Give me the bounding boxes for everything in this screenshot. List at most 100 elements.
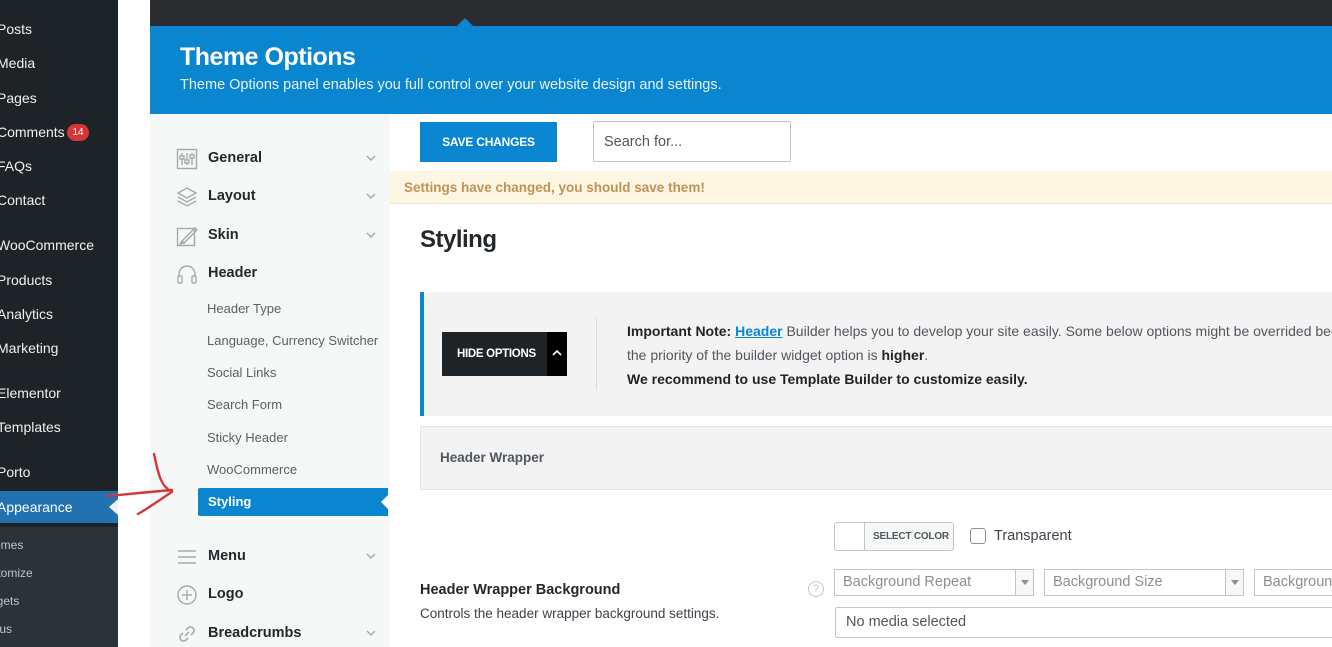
select-placeholder: Background Size — [1053, 574, 1163, 590]
nav-sub-header-type[interactable]: Header Type — [207, 301, 281, 316]
headphones-icon — [176, 263, 198, 285]
select-placeholder: Background Repeat — [843, 574, 972, 590]
wp-menu-label: Marketing — [0, 340, 59, 356]
transparent-label: Transparent — [994, 528, 1072, 544]
wp-admin-sidebar: Posts Media Pages Comments 14 FAQs Contac… — [0, 0, 118, 647]
note-line2: the priority of the builder widget optio… — [627, 347, 882, 363]
wp-menu-faqs[interactable]: FAQs — [0, 150, 118, 182]
wp-menu-label: Templates — [0, 419, 61, 435]
note-divider — [596, 318, 597, 390]
wp-menu-label: FAQs — [0, 158, 33, 174]
nav-sub-woocommerce[interactable]: WooCommerce — [207, 462, 297, 477]
plus-circle-icon — [176, 584, 198, 606]
wp-submenu-widgets[interactable]: Widgets — [0, 588, 118, 614]
annotation-arrow — [106, 452, 174, 516]
wp-submenu-menus[interactable]: Menus — [0, 616, 118, 642]
help-icon[interactable]: ? — [808, 581, 824, 597]
nav-sub-styling[interactable]: Styling — [198, 488, 389, 516]
layers-icon — [176, 186, 198, 208]
top-bar-caret — [457, 18, 473, 26]
wp-menu-label: Media — [0, 55, 36, 71]
nav-section-menu[interactable]: Menu — [150, 542, 390, 572]
background-repeat-select[interactable]: Background Repeat — [834, 569, 1034, 596]
wp-menu-label: Elementor — [0, 385, 61, 401]
top-bar — [150, 0, 1332, 26]
wp-submenu-label: Widgets — [0, 594, 20, 608]
wp-menu-marketing[interactable]: Marketing — [0, 332, 118, 364]
wp-menu-label: Contact — [0, 192, 46, 208]
wp-menu-label: WooCommerce — [0, 237, 94, 253]
wp-menu-templates[interactable]: Templates — [0, 411, 118, 443]
header-builder-link[interactable]: Header — [735, 323, 782, 339]
nav-sub-social-links[interactable]: Social Links — [207, 365, 276, 380]
header-wrapper-panel[interactable]: Header Wrapper — [420, 426, 1332, 490]
nav-section-skin[interactable]: Skin — [150, 221, 390, 251]
sidebar-gap — [118, 0, 150, 647]
save-changes-button[interactable]: SAVE CHANGES — [420, 122, 557, 162]
nav-section-logo[interactable]: Logo — [150, 580, 390, 610]
wp-menu-label: Products — [0, 272, 53, 288]
search-input[interactable] — [593, 121, 791, 162]
nav-section-layout[interactable]: Layout — [150, 182, 390, 212]
wp-menu-label: Posts — [0, 21, 33, 37]
background-attachment-select[interactable]: Background Attachment — [1254, 569, 1332, 596]
paint-icon — [176, 225, 198, 247]
nav-section-label: Header — [208, 265, 258, 281]
options-main-panel: SAVE CHANGES Settings have changed, you … — [390, 114, 1332, 647]
wp-submenu-label: Menus — [0, 622, 13, 636]
wp-submenu-themes[interactable]: Themes — [0, 532, 118, 558]
chevron-down-icon — [364, 626, 378, 640]
wp-submenu-customize[interactable]: Customize — [0, 560, 118, 586]
chevron-down-icon — [364, 189, 378, 203]
wp-menu-analytics[interactable]: Analytics — [0, 298, 118, 330]
wp-menu-media[interactable]: Media — [0, 47, 118, 79]
transparent-checkbox[interactable] — [970, 528, 986, 544]
nav-section-label: Menu — [208, 548, 246, 564]
field-title: Header Wrapper Background — [420, 582, 621, 598]
wp-menu-label: Appearance — [0, 499, 73, 515]
wp-appearance-submenu: Themes Customize Widgets Menus — [0, 527, 118, 647]
nav-section-breadcrumbs[interactable]: Breadcrumbs — [150, 619, 390, 647]
nav-section-label: Breadcrumbs — [208, 625, 302, 641]
wp-menu-label: Comments — [0, 124, 65, 140]
wp-menu-posts[interactable]: Posts — [0, 13, 118, 45]
important-note-text: Important Note: Header Builder helps you… — [627, 319, 1332, 391]
note-line2-end: . — [924, 347, 929, 363]
wp-menu-products[interactable]: Products — [0, 264, 118, 296]
chevron-down-icon — [364, 549, 378, 563]
theme-options-nav: General Layout Skin Header Header Type L… — [150, 114, 390, 647]
wp-submenu-label: Themes — [0, 538, 24, 552]
note-line2-bold: higher — [881, 347, 925, 363]
nav-section-label: General — [208, 150, 262, 166]
menu-icon — [176, 546, 198, 568]
background-size-select[interactable]: Background Size — [1044, 569, 1244, 596]
dropdown-arrow-icon — [1015, 570, 1033, 595]
note-line3: We recommend to use Template Builder to … — [627, 371, 1028, 387]
nav-sub-search-form[interactable]: Search Form — [207, 397, 282, 412]
section-title: Styling — [420, 226, 497, 253]
nav-sub-sticky-header[interactable]: Sticky Header — [207, 430, 288, 445]
select-placeholder: Background Attachment — [1263, 574, 1332, 590]
nav-section-label: Skin — [208, 227, 239, 243]
wp-menu-label: Porto — [0, 464, 31, 480]
field-description: Controls the header wrapper background s… — [420, 606, 720, 621]
chevron-up-icon[interactable] — [547, 332, 567, 376]
note-prefix: Important Note: — [627, 323, 732, 339]
dropdown-arrow-icon — [1225, 570, 1243, 595]
nav-sub-language-currency-switcher[interactable]: Language, Currency Switcher — [207, 333, 378, 348]
nav-section-header[interactable]: Header — [150, 259, 390, 289]
wp-menu-contact[interactable]: Contact — [0, 184, 118, 216]
wp-menu-woocommerce[interactable]: WooCommerce — [0, 229, 118, 261]
wp-menu-pages[interactable]: Pages — [0, 82, 118, 114]
select-color-label: SELECT COLOR — [873, 531, 949, 542]
wp-submenu-label: Customize — [0, 566, 33, 580]
page-subtitle: Theme Options panel enables you full con… — [180, 77, 722, 93]
nav-section-general[interactable]: General — [150, 144, 390, 174]
chevron-down-icon — [364, 151, 378, 165]
important-note-box: HIDE OPTIONS Important Note: Header Buil… — [420, 292, 1332, 416]
wp-menu-elementor[interactable]: Elementor — [0, 377, 118, 409]
sliders-icon — [176, 148, 198, 170]
wp-menu-comments[interactable]: Comments 14 — [0, 116, 118, 148]
select-color-button[interactable]: SELECT COLOR — [834, 522, 954, 551]
media-field[interactable]: No media selected — [835, 607, 1332, 638]
